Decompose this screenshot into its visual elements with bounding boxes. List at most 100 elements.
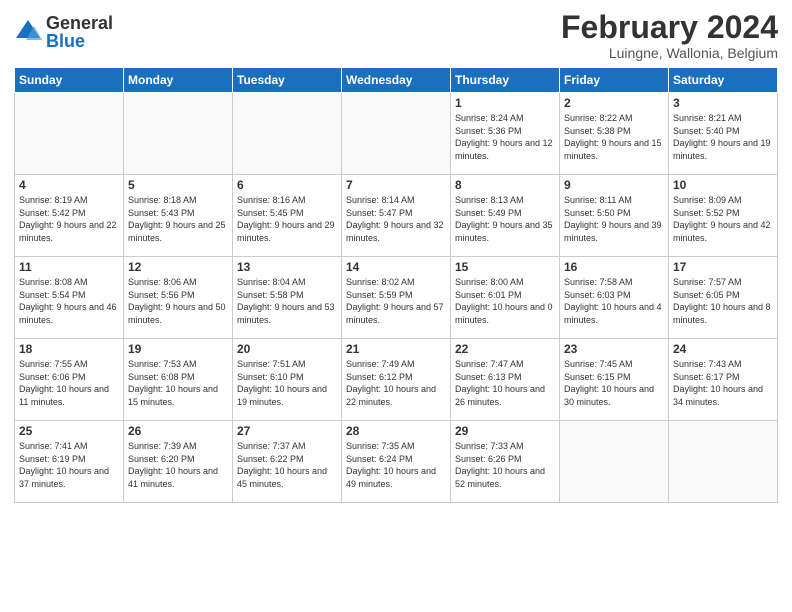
day-info: Sunrise: 8:19 AM Sunset: 5:42 PM Dayligh… [19,194,119,244]
col-wednesday: Wednesday [342,68,451,93]
day-info: Sunrise: 8:22 AM Sunset: 5:38 PM Dayligh… [564,112,664,162]
day-info: Sunrise: 8:21 AM Sunset: 5:40 PM Dayligh… [673,112,773,162]
calendar-cell: 19 Sunrise: 7:53 AM Sunset: 6:08 PM Dayli… [124,339,233,421]
calendar-cell [560,421,669,503]
calendar-week-3: 18Sunrise: 7:55 AM Sunset: 6:06 PM Dayli… [15,339,778,421]
calendar-cell: 24 Sunrise: 7:43 AM Sunset: 6:17 PM Dayli… [669,339,778,421]
col-monday: Monday [124,68,233,93]
day-number: 27 [237,424,337,438]
day-number: 4 [19,178,119,192]
calendar-cell: 17 Sunrise: 7:57 AM Sunset: 6:05 PM Dayli… [669,257,778,339]
calendar-cell: 25 Sunrise: 7:41 AM Sunset: 6:19 PM Dayli… [15,421,124,503]
day-info: Sunrise: 8:06 AM Sunset: 5:56 PM Dayligh… [128,276,228,326]
calendar-cell: 13Sunrise: 8:04 AM Sunset: 5:58 PM Dayli… [233,257,342,339]
calendar-cell: 26 Sunrise: 7:39 AM Sunset: 6:20 PM Dayli… [124,421,233,503]
calendar-cell: 5 Sunrise: 8:18 AM Sunset: 5:43 PM Daylig… [124,175,233,257]
calendar-cell: 22 Sunrise: 7:47 AM Sunset: 6:13 PM Dayli… [451,339,560,421]
day-number: 14 [346,260,446,274]
day-number: 24 [673,342,773,356]
calendar-cell: 7Sunrise: 8:14 AM Sunset: 5:47 PM Daylig… [342,175,451,257]
calendar-week-2: 11 Sunrise: 8:08 AM Sunset: 5:54 PM Dayli… [15,257,778,339]
day-info: Sunrise: 7:53 AM Sunset: 6:08 PM Dayligh… [128,358,228,408]
day-info: Sunrise: 7:47 AM Sunset: 6:13 PM Dayligh… [455,358,555,408]
calendar-cell: 15 Sunrise: 8:00 AM Sunset: 6:01 PM Dayli… [451,257,560,339]
calendar-week-4: 25 Sunrise: 7:41 AM Sunset: 6:19 PM Dayli… [15,421,778,503]
day-number: 8 [455,178,555,192]
calendar-cell: 16 Sunrise: 7:58 AM Sunset: 6:03 PM Dayli… [560,257,669,339]
calendar-cell: 27 Sunrise: 7:37 AM Sunset: 6:22 PM Dayli… [233,421,342,503]
col-tuesday: Tuesday [233,68,342,93]
day-number: 12 [128,260,228,274]
day-number: 16 [564,260,664,274]
day-number: 28 [346,424,446,438]
day-number: 6 [237,178,337,192]
calendar-cell: 21 Sunrise: 7:49 AM Sunset: 6:12 PM Dayli… [342,339,451,421]
day-number: 13 [237,260,337,274]
day-info: Sunrise: 8:24 AM Sunset: 5:36 PM Dayligh… [455,112,555,162]
calendar-cell: 8 Sunrise: 8:13 AM Sunset: 5:49 PM Daylig… [451,175,560,257]
calendar-table: Sunday Monday Tuesday Wednesday Thursday… [14,67,778,503]
day-number: 20 [237,342,337,356]
day-info: Sunrise: 7:35 AM Sunset: 6:24 PM Dayligh… [346,440,446,490]
day-info: Sunrise: 7:57 AM Sunset: 6:05 PM Dayligh… [673,276,773,326]
day-info: Sunrise: 7:37 AM Sunset: 6:22 PM Dayligh… [237,440,337,490]
calendar-cell [124,93,233,175]
day-number: 17 [673,260,773,274]
day-number: 26 [128,424,228,438]
day-number: 22 [455,342,555,356]
day-info: Sunrise: 8:16 AM Sunset: 5:45 PM Dayligh… [237,194,337,244]
day-info: Sunrise: 7:45 AM Sunset: 6:15 PM Dayligh… [564,358,664,408]
day-number: 1 [455,96,555,110]
logo: General Blue [14,14,113,50]
calendar-cell: 14 Sunrise: 8:02 AM Sunset: 5:59 PM Dayli… [342,257,451,339]
calendar-cell [342,93,451,175]
calendar-cell [15,93,124,175]
day-number: 21 [346,342,446,356]
calendar-cell: 28 Sunrise: 7:35 AM Sunset: 6:24 PM Dayli… [342,421,451,503]
day-number: 2 [564,96,664,110]
day-info: Sunrise: 8:13 AM Sunset: 5:49 PM Dayligh… [455,194,555,244]
header-right: February 2024 Luingne, Wallonia, Belgium [561,10,778,61]
calendar-cell: 20 Sunrise: 7:51 AM Sunset: 6:10 PM Dayli… [233,339,342,421]
day-info: Sunrise: 8:08 AM Sunset: 5:54 PM Dayligh… [19,276,119,326]
day-info: Sunrise: 7:58 AM Sunset: 6:03 PM Dayligh… [564,276,664,326]
logo-blue-text: Blue [46,32,113,50]
day-info: Sunrise: 7:33 AM Sunset: 6:26 PM Dayligh… [455,440,555,490]
day-info: Sunrise: 8:11 AM Sunset: 5:50 PM Dayligh… [564,194,664,244]
month-title: February 2024 [561,10,778,45]
day-info: Sunrise: 7:49 AM Sunset: 6:12 PM Dayligh… [346,358,446,408]
calendar-cell: 2 Sunrise: 8:22 AM Sunset: 5:38 PM Daylig… [560,93,669,175]
calendar-cell: 11 Sunrise: 8:08 AM Sunset: 5:54 PM Dayli… [15,257,124,339]
day-info: Sunrise: 8:14 AM Sunset: 5:47 PM Dayligh… [346,194,446,244]
day-number: 29 [455,424,555,438]
day-info: Sunrise: 7:51 AM Sunset: 6:10 PM Dayligh… [237,358,337,408]
col-sunday: Sunday [15,68,124,93]
col-saturday: Saturday [669,68,778,93]
calendar-cell: 29 Sunrise: 7:33 AM Sunset: 6:26 PM Dayli… [451,421,560,503]
day-info: Sunrise: 7:39 AM Sunset: 6:20 PM Dayligh… [128,440,228,490]
calendar-cell: 12 Sunrise: 8:06 AM Sunset: 5:56 PM Dayli… [124,257,233,339]
calendar-week-1: 4 Sunrise: 8:19 AM Sunset: 5:42 PM Daylig… [15,175,778,257]
col-thursday: Thursday [451,68,560,93]
calendar-cell: 10Sunrise: 8:09 AM Sunset: 5:52 PM Dayli… [669,175,778,257]
logo-general-text: General [46,14,113,32]
day-number: 11 [19,260,119,274]
calendar-week-0: 1 Sunrise: 8:24 AM Sunset: 5:36 PM Daylig… [15,93,778,175]
day-info: Sunrise: 7:43 AM Sunset: 6:17 PM Dayligh… [673,358,773,408]
day-number: 25 [19,424,119,438]
calendar-cell: 3 Sunrise: 8:21 AM Sunset: 5:40 PM Daylig… [669,93,778,175]
day-info: Sunrise: 8:02 AM Sunset: 5:59 PM Dayligh… [346,276,446,326]
day-number: 15 [455,260,555,274]
day-info: Sunrise: 7:41 AM Sunset: 6:19 PM Dayligh… [19,440,119,490]
day-number: 19 [128,342,228,356]
day-info: Sunrise: 8:09 AM Sunset: 5:52 PM Dayligh… [673,194,773,244]
day-number: 3 [673,96,773,110]
day-info: Sunrise: 8:00 AM Sunset: 6:01 PM Dayligh… [455,276,555,326]
header: General Blue February 2024 Luingne, Wall… [14,10,778,61]
day-number: 9 [564,178,664,192]
calendar-page: General Blue February 2024 Luingne, Wall… [0,0,792,612]
day-number: 5 [128,178,228,192]
day-info: Sunrise: 8:18 AM Sunset: 5:43 PM Dayligh… [128,194,228,244]
col-friday: Friday [560,68,669,93]
day-number: 18 [19,342,119,356]
